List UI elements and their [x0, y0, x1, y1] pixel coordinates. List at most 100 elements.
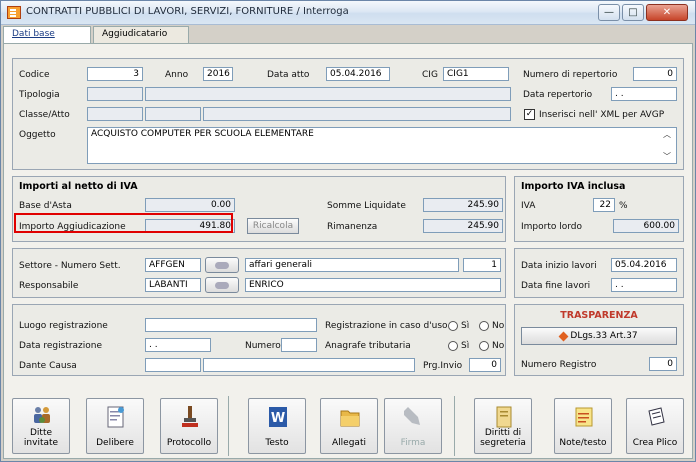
note-icon — [575, 407, 593, 427]
anno-label: Anno — [165, 70, 189, 80]
xml-avgp-checkbox[interactable]: ✓ — [524, 109, 535, 120]
title-bar: CONTRATTI PUBBLICI DI LAVORI, SERVIZI, F… — [1, 1, 695, 25]
reg-uso-si-radio[interactable] — [448, 321, 458, 331]
protocollo-button[interactable]: Protocollo — [160, 398, 218, 454]
importo-lordo-label: Importo lordo — [521, 222, 583, 232]
people-icon — [34, 407, 50, 423]
luogo-registrazione-field[interactable] — [145, 318, 317, 332]
responsabile-lookup-button[interactable] — [205, 277, 239, 293]
responsabile-label: Responsabile — [19, 281, 79, 291]
importi-netto-header: Importi al netto di IVA — [19, 181, 138, 192]
repertorio-numero-field[interactable]: 0 — [633, 67, 677, 81]
tipologia-code-field[interactable] — [87, 87, 143, 101]
note-testo-button[interactable]: Note/testo — [554, 398, 612, 454]
rimanenza-field[interactable]: 245.90 — [423, 219, 503, 233]
anagrafe-label: Anagrafe tributaria — [325, 341, 411, 351]
anagrafe-no-radio[interactable] — [479, 341, 489, 351]
trasparenza-section: TRASPARENZA DLgs.33 Art.37 Numero Regist… — [514, 304, 684, 376]
numero-registro-label: Numero Registro — [521, 360, 597, 370]
general-section: Codice 3 Anno 2016 Data atto 05.04.2016 … — [12, 58, 684, 170]
importo-lordo-field[interactable]: 600.00 — [613, 219, 679, 233]
responsabile-code-field[interactable]: LABANTI — [145, 278, 201, 292]
base-asta-field[interactable]: 0.00 — [145, 198, 235, 212]
reg-uso-no-radio[interactable] — [479, 321, 489, 331]
highlight-box — [14, 213, 233, 233]
testo-button[interactable]: W Testo — [248, 398, 306, 454]
settore-name-field[interactable]: affari generali — [245, 258, 459, 272]
stamp-icon — [182, 406, 198, 427]
crea-plico-button[interactable]: Crea Plico — [626, 398, 684, 454]
iva-field[interactable]: 22 — [593, 198, 615, 212]
allegati-button[interactable]: Allegati — [320, 398, 378, 454]
base-asta-label: Base d'Asta — [19, 201, 72, 211]
tab-dati-base[interactable]: Dati base — [3, 26, 91, 44]
data-registrazione-label: Data registrazione — [19, 341, 103, 351]
cloud-icon — [215, 262, 229, 269]
cloud-icon — [215, 282, 229, 289]
anagrafe-si-radio[interactable] — [448, 341, 458, 351]
delibere-button[interactable]: Delibere — [86, 398, 144, 454]
firma-button[interactable]: Firma — [384, 398, 442, 454]
data-atto-label: Data atto — [267, 70, 310, 80]
scroll-up-icon[interactable]: ︿ — [663, 129, 671, 140]
tab-aggiudicatario[interactable]: Aggiudicatario — [93, 26, 189, 43]
classe-desc-field[interactable] — [203, 107, 511, 121]
codice-label: Codice — [19, 70, 50, 80]
main-window: CONTRATTI PUBBLICI DI LAVORI, SERVIZI, F… — [0, 0, 696, 462]
oggetto-textarea[interactable]: ACQUISTO COMPUTER PER SCUOLA ELEMENTARE — [87, 127, 677, 164]
numero-registrazione-field[interactable] — [281, 338, 317, 352]
reg-uso-si-label: Sì — [461, 321, 470, 331]
ditte-invitate-button[interactable]: Ditte invitate — [12, 398, 70, 454]
rimanenza-label: Rimanenza — [327, 222, 378, 232]
inizio-lavori-field[interactable]: 05.04.2016 — [611, 258, 677, 272]
classe-code-field[interactable] — [87, 107, 143, 121]
anagrafe-no-label: No — [492, 341, 505, 351]
iva-label: IVA — [521, 201, 536, 211]
responsabile-name-field[interactable]: ENRICO — [245, 278, 501, 292]
repertorio-data-field[interactable]: . . — [611, 87, 677, 101]
archive-icon — [648, 407, 665, 426]
prg-invio-label: Prg.Invio — [423, 361, 463, 371]
close-button[interactable]: ✕ — [646, 4, 688, 21]
settore-num-field[interactable]: 1 — [463, 258, 501, 272]
minimize-button[interactable]: — — [598, 4, 620, 21]
cig-label: CIG — [422, 70, 438, 80]
ricalcola-button[interactable]: Ricalcola — [247, 218, 299, 234]
anno-field[interactable]: 2016 — [203, 67, 233, 81]
dante-causa-code-field[interactable] — [145, 358, 201, 372]
trasparenza-header: TRASPARENZA — [560, 310, 638, 321]
data-registrazione-field[interactable]: . . — [145, 338, 211, 352]
codice-field[interactable]: 3 — [87, 67, 143, 81]
settore-lookup-button[interactable] — [205, 257, 239, 273]
numero-registro-field[interactable]: 0 — [649, 357, 677, 371]
registrazione-section: Luogo registrazione Data registrazione .… — [12, 304, 506, 376]
pen-icon — [404, 407, 420, 425]
tipologia-desc-field[interactable] — [145, 87, 511, 101]
document-icon — [107, 406, 124, 428]
scroll-down-icon[interactable]: ﹀ — [663, 151, 671, 162]
settore-section: Settore - Numero Sett. AFFGEN affari gen… — [12, 248, 506, 298]
anagrafe-si-label: Sì — [461, 341, 470, 351]
repertorio-numero-label: Numero di repertorio — [523, 70, 618, 80]
toolbar-separator — [454, 396, 455, 456]
atto-code-field[interactable] — [145, 107, 201, 121]
fine-lavori-label: Data fine lavori — [521, 281, 591, 291]
dante-causa-label: Dante Causa — [19, 361, 77, 371]
dante-causa-name-field[interactable] — [203, 358, 415, 372]
tab-panel: Codice 3 Anno 2016 Data atto 05.04.2016 … — [3, 43, 693, 459]
luogo-registrazione-label: Luogo registrazione — [19, 321, 108, 331]
classe-atto-label: Classe/Atto — [19, 110, 70, 120]
data-atto-field[interactable]: 05.04.2016 — [326, 67, 390, 81]
reg-uso-no-label: No — [492, 321, 505, 331]
settore-code-field[interactable]: AFFGEN — [145, 258, 201, 272]
maximize-button[interactable]: □ — [622, 4, 644, 21]
somme-liquidate-field[interactable]: 245.90 — [423, 198, 503, 212]
dlgs33-button[interactable]: DLgs.33 Art.37 — [521, 327, 677, 345]
tipologia-label: Tipologia — [19, 90, 60, 100]
cig-field[interactable]: CIG1 — [443, 67, 509, 81]
xml-avgp-label: Inserisci nell' XML per AVGP — [539, 110, 665, 120]
reg-uso-label: Registrazione in caso d'uso — [325, 321, 448, 331]
diritti-segreteria-button[interactable]: Diritti di segreteria — [474, 398, 532, 454]
prg-invio-field[interactable]: 0 — [469, 358, 501, 372]
fine-lavori-field[interactable]: . . — [611, 278, 677, 292]
